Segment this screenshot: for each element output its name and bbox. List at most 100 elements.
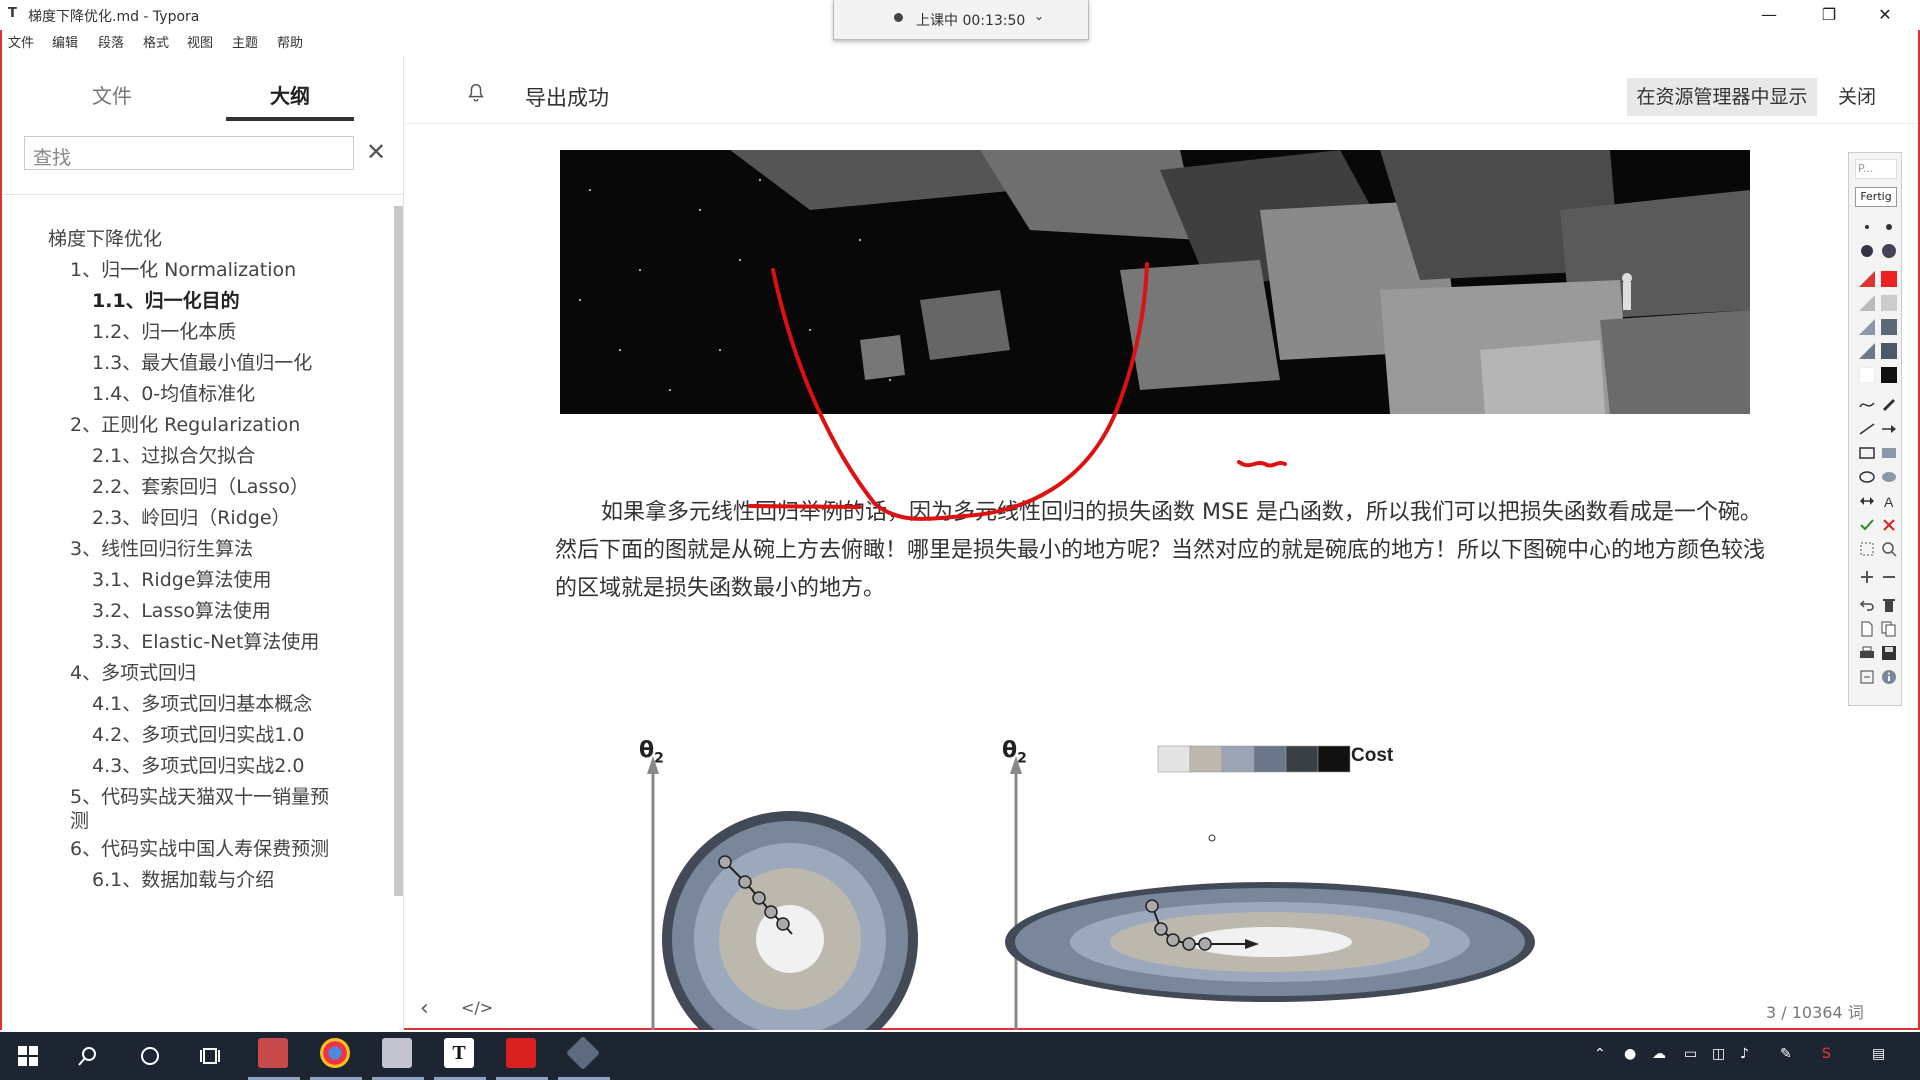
tab-files[interactable]: 文件 [92,80,132,109]
minus-icon[interactable] [1881,569,1897,585]
tab-outline[interactable]: 大纲 [270,80,310,109]
outline-item[interactable]: 3、线性回归衍生算法 [70,534,253,561]
outline-item-active[interactable]: 1.1、归一化目的 [92,286,240,313]
outline-item[interactable]: 4、多项式回归 [70,658,196,685]
gray-highlight-icon[interactable] [1859,295,1875,311]
outline-item[interactable]: 3.1、Ridge算法使用 [92,565,272,592]
small-dot-icon[interactable] [1859,219,1875,235]
outline-item[interactable]: 1、归一化 Normalization [70,255,296,282]
menu-help[interactable]: 帮助 [277,32,303,51]
select-area-icon[interactable] [1859,541,1875,557]
zoom-icon[interactable] [1881,541,1897,557]
chrome-app-icon[interactable] [320,1038,350,1068]
chevron-up-icon[interactable]: ⌃ [1594,1046,1606,1062]
slate-highlight-icon[interactable] [1859,319,1875,335]
outline-item[interactable]: 5、代码实战天猫双十一销量预 [70,782,329,809]
chevron-left-icon[interactable]: ‹ [420,996,429,1021]
new-page-icon[interactable] [1859,621,1875,637]
outline-item[interactable]: 测 [70,806,89,833]
steel-highlight-icon[interactable] [1859,343,1875,359]
freehand-pen-icon[interactable] [1859,397,1875,413]
red-highlight-icon[interactable] [1859,271,1875,287]
arrow-icon[interactable] [1881,421,1897,437]
outline-item[interactable]: 4.2、多项式回归实战1.0 [92,720,304,747]
file-manager-app-icon[interactable] [258,1038,288,1068]
outline-item[interactable]: 梯度下降优化 [48,224,162,251]
volume-icon[interactable]: ♪ [1740,1046,1749,1062]
steel-color-icon[interactable] [1881,343,1897,359]
xlarge-dot-icon[interactable] [1881,243,1897,259]
checkmark-icon[interactable] [1859,517,1875,533]
outline-item[interactable]: 2.2、套索回归（Lasso） [92,472,309,499]
tray-app-icon[interactable]: ● [1624,1046,1636,1062]
task-view-icon[interactable] [194,1040,226,1072]
pen-toolbar-placeholder[interactable]: P... [1855,159,1897,179]
filled-rectangle-icon[interactable] [1881,445,1897,461]
pdf-app-icon[interactable] [506,1038,536,1068]
save-icon[interactable] [1881,645,1897,661]
cross-mark-icon[interactable] [1881,517,1897,533]
sidebar-scrollbar[interactable] [394,206,403,896]
menu-view[interactable]: 视图 [187,32,213,51]
search-icon[interactable] [72,1040,104,1072]
media-app-icon[interactable] [566,1036,600,1070]
undo-icon[interactable] [1859,597,1875,613]
battery-icon[interactable]: ▭ [1684,1046,1697,1062]
outline-item[interactable]: 6、代码实战中国人寿保费预测 [70,834,329,861]
eraser-pen-icon[interactable] [1881,397,1897,413]
plus-icon[interactable] [1859,569,1875,585]
red-color-icon[interactable] [1881,271,1897,287]
rectangle-icon[interactable] [1859,445,1875,461]
black-color-icon[interactable] [1881,367,1897,383]
restore-button[interactable]: ❐ [1806,2,1852,28]
done-button[interactable]: Fertig [1855,187,1897,207]
outline-item[interactable]: 1.2、归一化本质 [92,317,236,344]
menu-paragraph[interactable]: 段落 [98,32,124,51]
network-icon[interactable]: ◫ [1712,1046,1725,1062]
cloud-icon[interactable]: ☁ [1652,1046,1666,1062]
editor-area[interactable]: 如果拿多元线性回归举例的话，因为多元线性回归的损失函数 MSE 是凸函数，所以我… [405,124,1845,1030]
close-window-button[interactable]: ✕ [1862,2,1908,28]
info-icon[interactable] [1881,669,1897,685]
trash-icon[interactable] [1881,597,1897,613]
menu-edit[interactable]: 编辑 [52,32,78,51]
line-icon[interactable] [1859,421,1875,437]
outline-item[interactable]: 3.3、Elastic-Net算法使用 [92,627,319,654]
outline-item[interactable]: 2、正则化 Regularization [70,410,300,437]
outline-item[interactable]: 2.3、岭回归（Ridge） [92,503,291,530]
outline-item[interactable]: 6.1、数据加载与介绍 [92,865,274,892]
outline-item[interactable]: 1.4、0-均值标准化 [92,379,255,406]
double-arrow-icon[interactable] [1859,493,1875,509]
cortana-icon[interactable] [134,1040,166,1072]
word-count[interactable]: 3 / 10364 词 [1766,999,1864,1023]
text-tool-icon[interactable]: A [1881,493,1897,510]
source-code-toggle-icon[interactable]: </> [461,998,493,1017]
outline-item[interactable]: 4.1、多项式回归基本概念 [92,689,312,716]
notification-center-icon[interactable]: ▤ [1872,1046,1885,1062]
large-dot-icon[interactable] [1859,243,1875,259]
outline-item[interactable]: 2.1、过拟合欠拟合 [92,441,255,468]
white-color-icon[interactable] [1858,366,1876,384]
slate-color-icon[interactable] [1881,319,1897,335]
outline-item[interactable]: 4.3、多项式回归实战2.0 [92,751,304,778]
export-icon[interactable] [1859,669,1875,685]
paint-app-icon[interactable] [382,1038,412,1068]
chevron-down-icon[interactable]: ⌄ [1034,9,1044,23]
search-close-icon[interactable]: ✕ [366,138,386,166]
ellipse-icon[interactable] [1859,469,1875,485]
menu-theme[interactable]: 主题 [232,32,258,51]
outline-search-input[interactable]: 查找 [24,136,354,170]
close-notification-button[interactable]: 关闭 [1827,78,1887,116]
light-gray-color-icon[interactable] [1881,295,1897,311]
outline-item[interactable]: 1.3、最大值最小值归一化 [92,348,312,375]
class-timer[interactable]: 上课中 00:13:50 ⌄ [833,0,1089,40]
input-method-icon[interactable]: S [1822,1046,1831,1062]
menu-file[interactable]: 文件 [8,32,34,51]
outline-item[interactable]: 3.2、Lasso算法使用 [92,596,271,623]
reveal-in-explorer-button[interactable]: 在资源管理器中显示 [1627,78,1817,116]
pen-workspace-icon[interactable]: ✎ [1780,1046,1792,1062]
typora-taskbar-icon[interactable]: T [444,1038,474,1068]
filled-ellipse-icon[interactable] [1881,469,1897,485]
minimize-button[interactable]: — [1746,2,1792,28]
print-icon[interactable] [1859,645,1875,661]
